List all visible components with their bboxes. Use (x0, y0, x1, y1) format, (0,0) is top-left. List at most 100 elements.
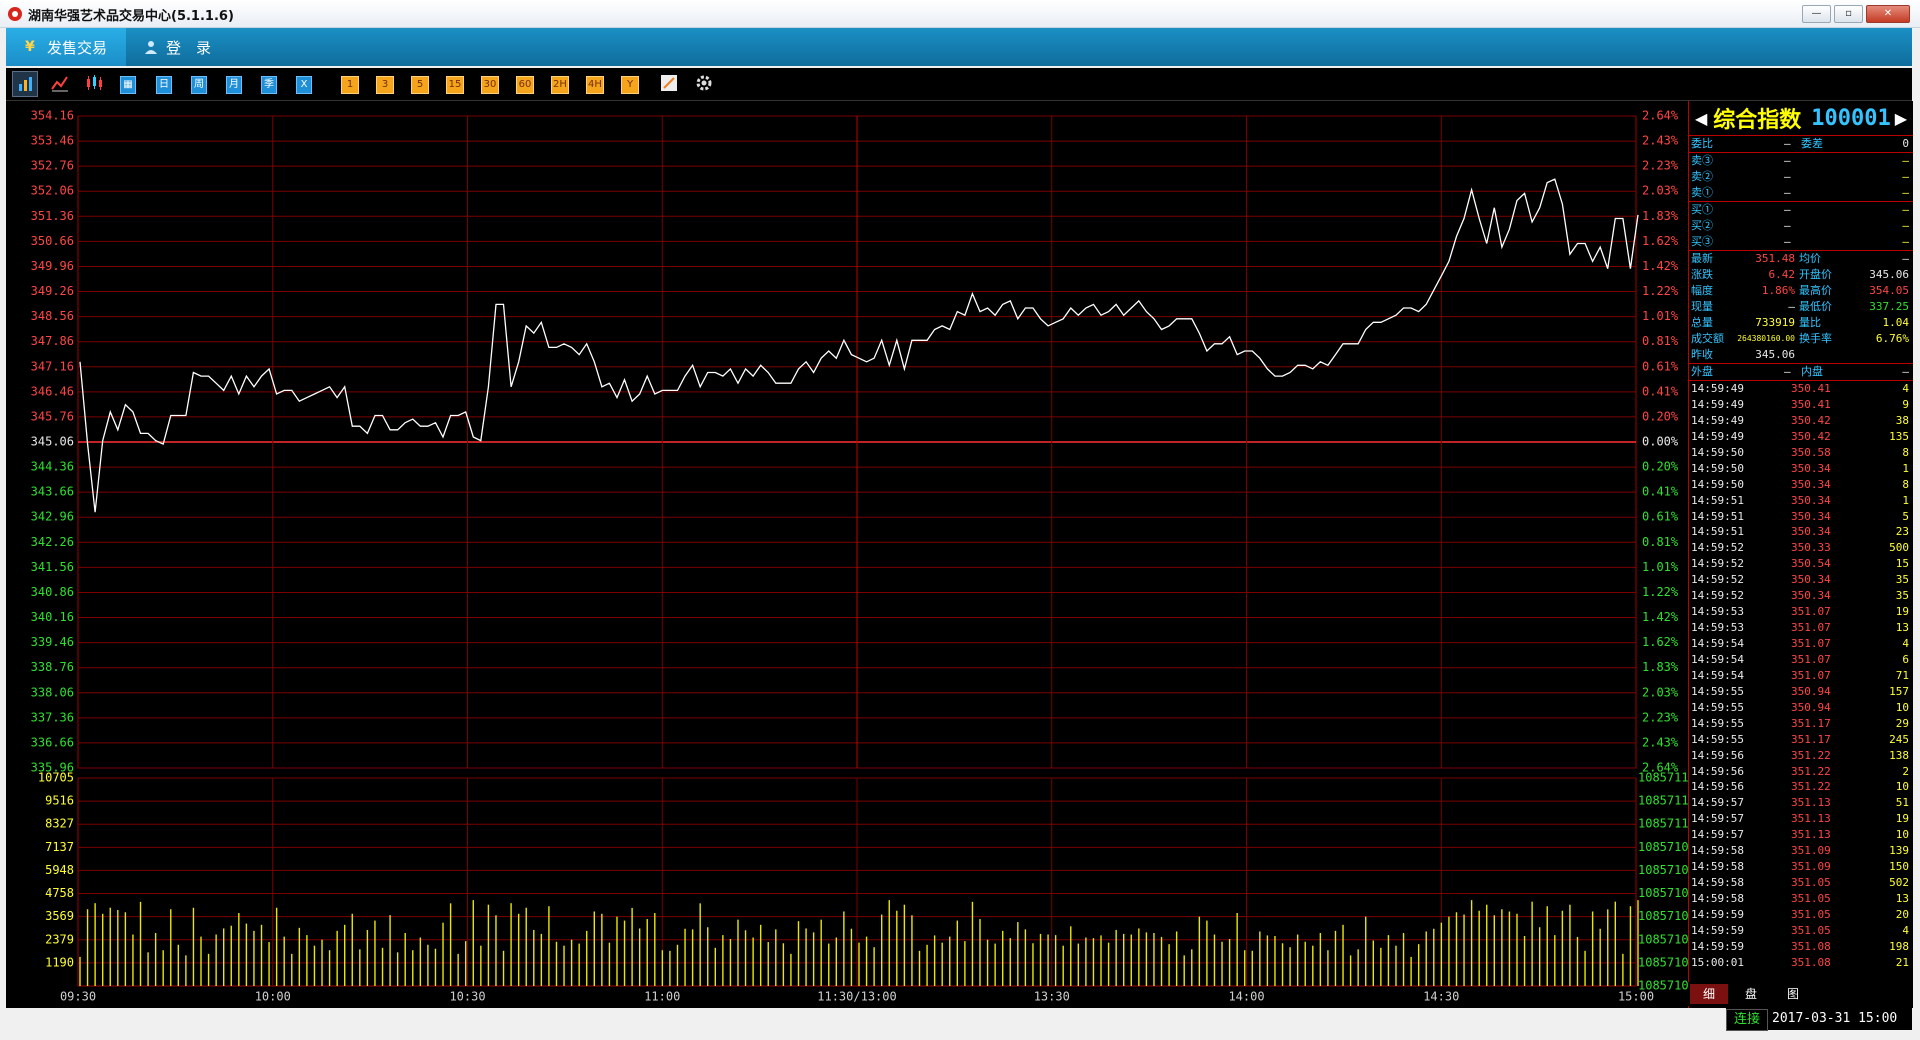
bid-book: 买① — — 买② — — 买③ — — (1689, 202, 1913, 251)
stat-value: 733919 (1755, 316, 1795, 329)
tick-row: 14:59:54 351.07 6 (1689, 652, 1913, 668)
tick-volume: 135 (1889, 429, 1909, 443)
stat-value: 345.06 (1755, 348, 1795, 361)
tick-time: 14:59:57 (1691, 828, 1744, 842)
pct-tick-label: 1.22% (1642, 284, 1679, 298)
price-tick-label: 339.46 (31, 635, 74, 649)
period-week-button[interactable]: 周 (191, 76, 207, 94)
intraday-chart[interactable]: 354.16 2.64% 353.46 2.43% 352.76 2.23% 352.06 2… (6, 101, 1696, 1008)
hour-2-button[interactable]: 2H (551, 76, 569, 94)
pct-tick-label: 2.43% (1642, 735, 1679, 749)
stat-value: 6.76% (1875, 332, 1909, 345)
pct-tick-label: 0.41% (1642, 485, 1679, 499)
period-quarter-button[interactable]: 季 (261, 76, 277, 94)
volume-tick-label: 8327 (45, 817, 74, 831)
minute-15-button[interactable]: 15 (446, 76, 464, 94)
price-tick-label: 354.16 (31, 109, 74, 123)
tab-book[interactable]: 盘 (1732, 984, 1770, 1004)
menu-sale-trading[interactable]: ¥ 发售交易 (6, 28, 126, 66)
stat-value: 6.42 (1768, 268, 1796, 281)
tick-price: 351.07 (1791, 621, 1831, 635)
tick-time: 14:59:52 (1691, 541, 1744, 555)
volume-tick-label: 5948 (45, 863, 74, 877)
tick-price: 350.34 (1791, 493, 1831, 507)
tick-list[interactable]: 14:59:49 350.41 4 14:59:49 350.41 9 14:59:49 35… (1689, 381, 1913, 971)
bar-chart-icon[interactable] (12, 71, 38, 97)
minute-1-button[interactable]: 1 (341, 76, 359, 94)
tick-time: 14:59:53 (1691, 605, 1744, 619)
tick-price: 351.05 (1791, 892, 1831, 905)
tick-row: 14:59:57 351.13 51 (1689, 795, 1913, 811)
tick-row: 14:59:50 350.34 1 (1689, 461, 1913, 477)
tick-row: 14:59:55 351.17 245 (1689, 732, 1913, 748)
tick-price: 351.13 (1791, 828, 1831, 842)
minute-60-button[interactable]: 60 (516, 76, 534, 94)
pct-tick-label: 0.41% (1642, 384, 1679, 398)
stat-label: 最低价 (1799, 300, 1832, 313)
tick-volume: 71 (1895, 668, 1909, 682)
calendar-icon[interactable]: ▦ (120, 76, 136, 94)
tick-price: 350.34 (1791, 573, 1831, 587)
tick-volume: 23 (1895, 525, 1909, 539)
minute-30-button[interactable]: 30 (481, 76, 499, 94)
menu-login[interactable]: 登 录 (144, 28, 234, 66)
tick-price: 350.42 (1791, 429, 1831, 443)
price-tick-label: 345.76 (31, 409, 74, 423)
candlestick-icon[interactable] (84, 73, 104, 93)
status-datetime: 2017-03-31 15:00 (1772, 1011, 1898, 1026)
minute-5-button[interactable]: 5 (411, 76, 429, 94)
stat-label: 开盘价 (1799, 268, 1832, 281)
pct-tick-label: 1.62% (1642, 234, 1679, 248)
pct-tick-label: 1.22% (1642, 585, 1679, 599)
price-tick-label: 338.06 (31, 685, 74, 699)
tick-price: 351.22 (1791, 764, 1831, 778)
pct-tick-label: 2.43% (1642, 134, 1679, 148)
stat-value: 1.04 (1882, 316, 1910, 329)
connection-status[interactable]: 连接 (1726, 1009, 1768, 1031)
stat-value: 351.48 (1755, 252, 1795, 265)
stat-value: 337.25 (1869, 300, 1909, 313)
volume-tick-label: 7137 (45, 840, 74, 854)
tick-price: 351.09 (1791, 844, 1831, 858)
tab-details[interactable]: 细 (1690, 984, 1728, 1004)
tick-time: 14:59:56 (1691, 764, 1744, 778)
pct-tick-label: 2.03% (1642, 184, 1679, 198)
tab-chart[interactable]: 图 (1774, 984, 1812, 1004)
hour-4-button[interactable]: 4H (586, 76, 604, 94)
next-instrument-icon[interactable]: ▶ (1895, 109, 1907, 128)
pct-tick-label: 0.20% (1642, 409, 1679, 423)
period-x-button[interactable]: X (296, 76, 312, 94)
tick-row: 14:59:50 350.34 8 (1689, 477, 1913, 493)
volume-tick-label: 3569 (45, 909, 74, 923)
settings-icon[interactable] (694, 73, 714, 93)
period-month-button[interactable]: 月 (226, 76, 242, 94)
maximize-button[interactable]: ▫ (1834, 5, 1863, 23)
tick-price: 350.34 (1791, 525, 1831, 539)
stat-value: 1.86% (1761, 284, 1795, 297)
minimize-button[interactable]: — (1802, 5, 1831, 23)
tick-price: 350.42 (1791, 413, 1831, 427)
pct-tick-label: 1.42% (1642, 259, 1679, 273)
tick-row: 14:59:53 351.07 13 (1689, 620, 1913, 636)
tick-row: 14:59:56 351.22 10 (1689, 779, 1913, 795)
order-ratio-label: 委比 (1691, 137, 1713, 150)
year-button[interactable]: Y (621, 76, 639, 94)
period-day-button[interactable]: 日 (156, 76, 172, 94)
tick-time: 14:59:51 (1691, 525, 1744, 539)
price-tick-label: 337.36 (31, 710, 74, 724)
ask-row: 卖③ — — (1691, 154, 1909, 167)
tick-time: 14:59:49 (1691, 429, 1744, 443)
line-chart-icon[interactable] (50, 73, 70, 93)
minute-3-button[interactable]: 3 (376, 76, 394, 94)
tick-row: 14:59:59 351.05 4 (1689, 923, 1913, 939)
order-ratio-row: 委比 — 委差 0 (1689, 136, 1913, 153)
tick-row: 14:59:54 351.07 71 (1689, 668, 1913, 684)
tick-volume: 150 (1889, 860, 1909, 874)
prev-instrument-icon[interactable]: ◀ (1695, 109, 1707, 128)
tick-volume: 2 (1902, 764, 1909, 778)
close-button[interactable]: ✕ (1866, 5, 1910, 23)
tick-row: 14:59:52 350.34 35 (1689, 572, 1913, 588)
tick-price: 351.13 (1791, 812, 1831, 826)
draw-icon[interactable] (660, 74, 678, 92)
order-diff-value: 0 (1902, 137, 1909, 150)
